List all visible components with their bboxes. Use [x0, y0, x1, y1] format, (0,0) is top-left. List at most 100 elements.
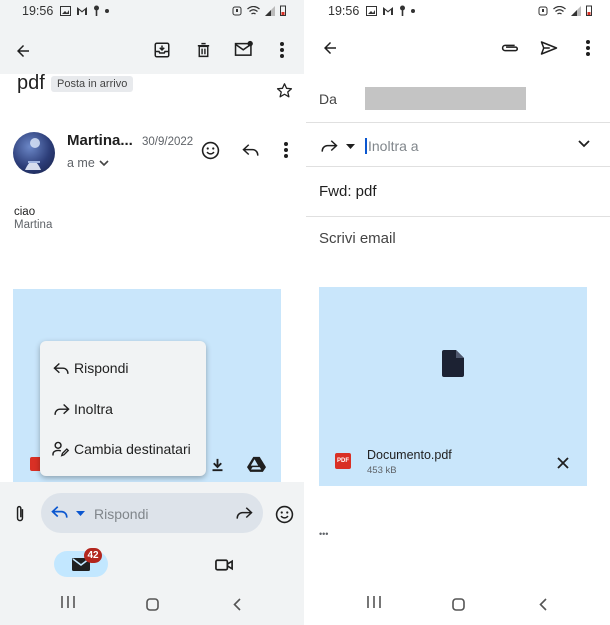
status-system-icons — [538, 5, 592, 16]
email-body-line-1: ciao — [14, 206, 36, 218]
status-notification-icons — [366, 5, 415, 16]
reply-icon — [242, 144, 259, 156]
to-input-field[interactable]: Inoltra a — [365, 136, 565, 156]
download-button[interactable] — [207, 454, 227, 474]
avatar[interactable] — [13, 132, 55, 174]
star-button[interactable] — [274, 80, 294, 100]
image-icon — [60, 5, 71, 16]
archive-button[interactable] — [150, 38, 174, 62]
recipient-toggle[interactable]: a me — [67, 156, 109, 170]
menu-item-reply-label: Rispondi — [74, 360, 129, 376]
video-camera-icon — [214, 559, 233, 571]
reply-placeholder: Rispondi — [94, 506, 149, 522]
battery-icon — [586, 5, 592, 16]
back-chevron-icon — [233, 598, 241, 611]
arrow-back-icon — [17, 45, 29, 57]
emoji-icon — [201, 141, 219, 159]
row-divider — [306, 216, 610, 217]
attach-button[interactable] — [497, 37, 521, 59]
reply-mode-icon[interactable] — [51, 505, 69, 519]
recents-icon — [61, 596, 75, 608]
save-to-drive-button[interactable] — [245, 454, 267, 474]
reply-mode-dropdown[interactable] — [76, 511, 85, 516]
star-icon — [276, 82, 292, 97]
reply-emoji-button[interactable] — [273, 503, 295, 525]
status-notification-icons — [60, 5, 109, 16]
to-placeholder: Inoltra a — [368, 138, 419, 154]
emoji-react-button[interactable] — [199, 139, 221, 161]
gmail-icon — [383, 6, 393, 15]
signal-icon — [571, 5, 581, 16]
forward-mode-icon[interactable] — [320, 139, 338, 153]
emoji-icon — [275, 505, 293, 523]
sender-name[interactable]: Martina... — [67, 132, 133, 149]
arrow-back-icon — [324, 42, 336, 54]
caret-down-icon — [76, 511, 85, 516]
recipient-label: a me — [67, 156, 95, 170]
caret-down-icon — [346, 144, 355, 149]
key-icon — [400, 5, 405, 16]
pdf-type-badge: PDF — [335, 453, 351, 469]
home-icon — [452, 598, 465, 611]
attachment-filename: Documento.pdf — [367, 448, 452, 462]
status-bar: 19:56 — [0, 0, 304, 26]
paperclip-icon — [501, 44, 518, 52]
forward-icon — [40, 403, 74, 416]
android-home-button[interactable] — [452, 598, 465, 611]
menu-item-reply[interactable]: Rispondi — [40, 348, 206, 388]
delete-button[interactable] — [191, 38, 215, 62]
android-recents-button[interactable] — [61, 596, 75, 608]
home-icon — [146, 598, 159, 611]
signal-icon — [265, 5, 275, 16]
send-icon — [540, 41, 558, 55]
alarm-icon — [232, 6, 242, 16]
compose-body-field[interactable]: Scrivi email — [319, 230, 396, 247]
nav-meet-tab[interactable] — [213, 556, 235, 574]
from-account-redacted[interactable] — [365, 87, 526, 110]
from-label: Da — [319, 91, 337, 107]
pdf-type-label: PDF — [337, 458, 349, 464]
reply-button[interactable] — [240, 140, 262, 160]
label-chip-inbox[interactable]: Posta in arrivo — [51, 76, 134, 92]
wifi-icon — [553, 5, 566, 15]
expand-recipients-button[interactable] — [578, 140, 590, 148]
attachment-card[interactable]: PDF Documento.pdf 453 kB — [319, 287, 587, 486]
show-trimmed-content-button[interactable]: ••• — [319, 529, 328, 539]
more-vert-icon — [280, 42, 284, 58]
android-back-button[interactable] — [233, 598, 241, 611]
email-view-screen: 19:56 pdf Posta in arrivo Martina... 30/… — [0, 0, 304, 625]
menu-item-change-recipients[interactable]: Cambia destinatari — [40, 429, 206, 469]
menu-item-change-recipients-label: Cambia destinatari — [74, 441, 191, 457]
dot-icon — [411, 8, 415, 13]
menu-item-forward[interactable]: Inoltra — [40, 389, 206, 429]
more-vert-icon — [586, 40, 590, 56]
status-bar: 19:56 — [306, 0, 610, 26]
reply-icon — [40, 362, 74, 375]
subject-field[interactable]: Fwd: pdf — [319, 183, 377, 200]
reply-input-pill[interactable]: Rispondi — [41, 493, 263, 533]
forward-shortcut-button[interactable] — [235, 506, 253, 520]
attach-button[interactable] — [10, 503, 30, 525]
send-button[interactable] — [537, 37, 561, 59]
more-options-button[interactable] — [272, 38, 292, 62]
chevron-down-icon — [99, 159, 109, 166]
android-home-button[interactable] — [146, 598, 159, 611]
more-options-button[interactable] — [578, 38, 598, 58]
back-chevron-icon — [539, 598, 547, 611]
unread-count-badge: 42 — [84, 548, 102, 563]
back-button[interactable] — [317, 35, 343, 61]
remove-attachment-button[interactable] — [555, 455, 571, 471]
forward-mode-dropdown[interactable] — [346, 144, 355, 149]
dot-icon — [105, 8, 109, 13]
nav-mail-tab[interactable]: 42 — [54, 548, 108, 577]
paperclip-icon — [16, 505, 24, 522]
file-icon — [442, 350, 464, 377]
menu-item-forward-label: Inoltra — [74, 401, 113, 417]
forward-icon — [236, 507, 253, 519]
android-back-button[interactable] — [539, 598, 547, 611]
download-icon — [212, 458, 222, 471]
android-recents-button[interactable] — [367, 596, 381, 608]
message-more-button[interactable] — [276, 141, 296, 159]
back-button[interactable] — [10, 38, 36, 64]
mark-unread-button[interactable] — [231, 37, 257, 61]
